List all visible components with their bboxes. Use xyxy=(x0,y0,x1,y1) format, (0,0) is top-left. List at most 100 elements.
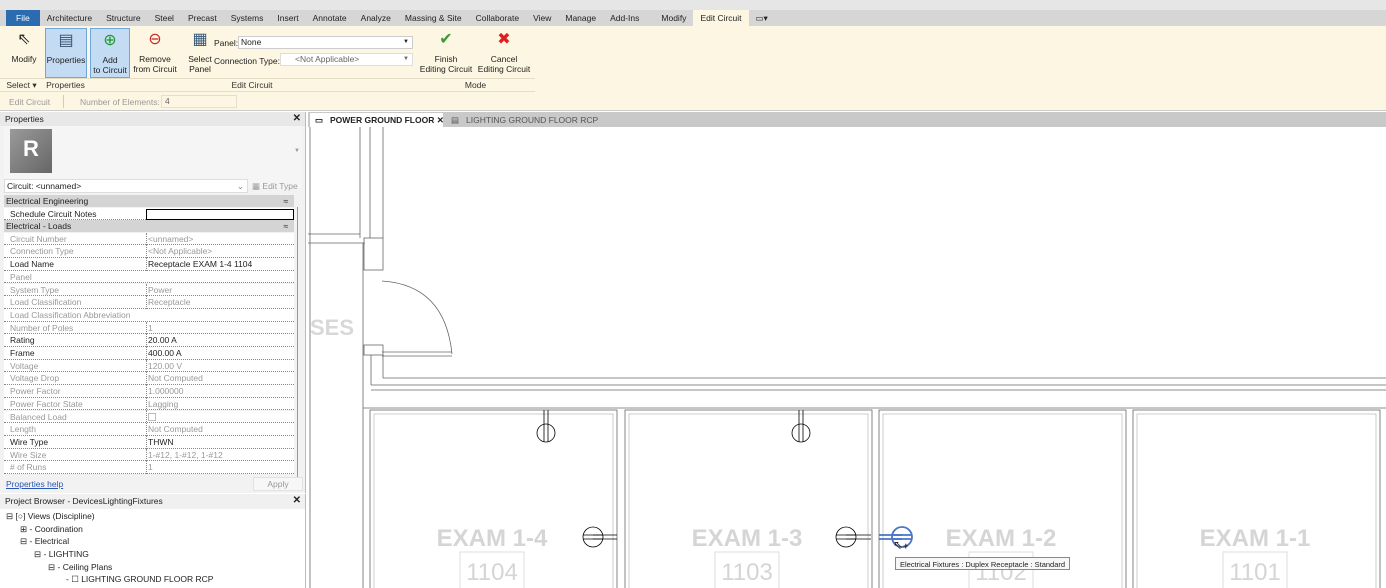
tree-item-views[interactable]: ⊟ [○] Views (Discipline) xyxy=(6,511,95,522)
modify-label: Modify xyxy=(11,54,37,64)
notes-input[interactable] xyxy=(146,208,294,220)
property-label: Load Name xyxy=(10,259,54,270)
mouse-cursor-icon: ⇖+ xyxy=(893,538,909,552)
project-browser-header: Project Browser - DevicesLightingFixture… xyxy=(0,494,305,509)
view-tab-power-ground-floor[interactable]: ▭ POWER GROUND FLOOR ✕ xyxy=(310,113,444,127)
room-2[interactable]: EXAM 1-3 1103 xyxy=(624,409,873,588)
property-row: # of Runs 1 xyxy=(4,461,294,474)
properties-help-link[interactable]: Properties help xyxy=(6,479,63,489)
edit-type-button[interactable]: ▦ Edit Type xyxy=(252,181,298,192)
view-tab-lighting-rcp[interactable]: ▤ LIGHTING GROUND FLOOR RCP xyxy=(446,113,598,127)
remove-from-circuit-button[interactable]: ⊖ Remove from Circuit xyxy=(131,28,179,78)
view-tab-label: LIGHTING GROUND FLOOR RCP xyxy=(466,115,599,125)
property-value[interactable]: THWN xyxy=(146,435,294,449)
section-header[interactable]: Electrical Engineering ≈ xyxy=(4,195,294,207)
ribbon-tab-view[interactable]: View xyxy=(526,10,558,26)
tree-label: Electrical xyxy=(34,536,70,546)
floor-plan-icon: ▭ xyxy=(315,115,324,125)
property-label: Power Factor xyxy=(10,386,61,397)
tree-item-coordination[interactable]: ⊞ - Coordination xyxy=(20,524,83,535)
properties-button[interactable]: ▤ Properties xyxy=(45,28,87,78)
tree-item-ceiling-plans[interactable]: ⊟ - Ceiling Plans xyxy=(48,562,112,573)
view-tab-label: POWER GROUND FLOOR xyxy=(330,115,435,125)
property-row[interactable]: Wire Type THWN xyxy=(4,435,294,449)
cancel-label-1: Cancel xyxy=(490,54,518,64)
tree-label: Views (Discipline) xyxy=(27,511,95,521)
tree-item-lighting-rcp[interactable]: - ☐ LIGHTING GROUND FLOOR RCP xyxy=(66,574,213,585)
add-to-circuit-button[interactable]: ⊕ Add to Circuit xyxy=(90,28,130,78)
select-panel-title: Select xyxy=(6,80,30,90)
duplex-receptacle[interactable] xyxy=(536,423,556,443)
ribbon-tab-manage[interactable]: Manage xyxy=(558,10,603,26)
contextual-tab-dropdown-icon[interactable]: ▭▾ xyxy=(749,10,775,26)
ribbon-tab-collaborate[interactable]: Collaborate xyxy=(469,10,526,26)
property-label: Voltage Drop xyxy=(10,373,60,384)
cancel-editing-circuit-button[interactable]: ✖ Cancel Editing Circuit xyxy=(475,28,533,78)
collapse-icon[interactable]: ≈ xyxy=(283,195,288,207)
property-row: Wire Size 1-#12, 1-#12, 1-#12 xyxy=(4,448,294,462)
property-value: <unnamed> xyxy=(146,232,294,246)
cancel-x-icon: ✖ xyxy=(497,31,511,48)
drawing-canvas[interactable]: EXAM 1-4 1104 EXAM 1-3 1103 EXAM 1-2 1102 EXAM… xyxy=(308,127,1386,588)
connection-type-dropdown[interactable]: <Not Applicable> ▼ xyxy=(280,53,413,66)
select-panel-dropdown[interactable]: Select ▾ xyxy=(0,78,43,91)
ribbon-tab-edit-circuit[interactable]: Edit Circuit xyxy=(693,10,749,26)
ribbon-tab-file[interactable]: File xyxy=(6,10,40,26)
property-row[interactable]: Schedule Circuit Notes xyxy=(4,207,294,221)
chevron-down-icon[interactable]: ▼ xyxy=(294,148,300,154)
ribbon-tab-modify[interactable]: Modify xyxy=(654,10,693,26)
section-header[interactable]: Electrical - Loads ≈ xyxy=(4,220,294,233)
ribbon-tab-steel[interactable]: Steel xyxy=(148,10,181,26)
property-value: Receptacle xyxy=(146,296,294,309)
chevron-down-icon: ▼ xyxy=(403,39,409,45)
view-icon: ☐ xyxy=(71,574,79,584)
finish-editing-circuit-button[interactable]: ✔ Finish Editing Circuit xyxy=(418,28,474,78)
property-value[interactable]: 400.00 A xyxy=(146,347,294,360)
tree-item-electrical[interactable]: ⊟ - Electrical xyxy=(20,536,69,547)
room-1[interactable]: EXAM 1-4 1104 xyxy=(369,409,618,588)
remove-circuit-icon: ⊖ xyxy=(148,31,162,48)
properties-scrollbar[interactable] xyxy=(297,207,303,477)
property-label: Balanced Load xyxy=(10,411,67,422)
ribbon-tab-precast[interactable]: Precast xyxy=(181,10,224,26)
ribbon-tab-massing-site[interactable]: Massing & Site xyxy=(398,10,469,26)
panel-dropdown[interactable]: None ▼ xyxy=(238,36,413,49)
select-panel-button[interactable]: ▦ Select Panel xyxy=(186,28,214,78)
property-value[interactable]: 20.00 A xyxy=(146,334,294,347)
ribbon-tab-insert[interactable]: Insert xyxy=(270,10,305,26)
property-value[interactable]: Receptacle EXAM 1-4 1104 xyxy=(146,258,294,271)
close-icon[interactable]: ✕ xyxy=(293,112,301,126)
select-panel-icon: ▦ xyxy=(192,31,208,48)
property-label: Wire Type xyxy=(10,436,49,447)
duplex-receptacle[interactable] xyxy=(582,526,617,548)
tree-item-lighting[interactable]: ⊟ - LIGHTING xyxy=(34,549,89,560)
type-selector[interactable]: Circuit: <unnamed> ⌄ xyxy=(4,179,248,193)
close-icon[interactable]: ✕ xyxy=(437,115,444,125)
ribbon-tab-annotate[interactable]: Annotate xyxy=(306,10,354,26)
property-row[interactable]: Load Name Receptacle EXAM 1-4 1104 xyxy=(4,258,294,271)
property-label: # of Runs xyxy=(10,462,47,473)
collapse-icon[interactable]: ≈ xyxy=(283,220,288,232)
property-row[interactable]: Frame 400.00 A xyxy=(4,347,294,360)
view-tabs: ▭ POWER GROUND FLOOR ✕ ▤ LIGHTING GROUND F… xyxy=(308,112,1386,127)
ribbon-tab-architecture[interactable]: Architecture xyxy=(40,10,99,26)
ribbon-tab-structure[interactable]: Structure xyxy=(99,10,148,26)
property-label: Length xyxy=(10,424,36,435)
finish-label-1: Finish xyxy=(434,54,458,64)
apply-button[interactable]: Apply xyxy=(253,477,303,491)
property-value: 1 xyxy=(146,321,294,335)
ribbon-tab-add-ins[interactable]: Add-Ins xyxy=(603,10,646,26)
modify-button[interactable]: ⇖ Modify xyxy=(4,28,44,78)
duplex-receptacle[interactable] xyxy=(835,526,871,548)
property-row[interactable]: Rating 20.00 A xyxy=(4,334,294,347)
ribbon-tab-systems[interactable]: Systems xyxy=(224,10,271,26)
duplex-receptacle[interactable] xyxy=(791,423,811,443)
property-row: Circuit Number <unnamed> xyxy=(4,232,294,246)
tree-label: LIGHTING GROUND FLOOR RCP xyxy=(81,574,214,584)
ribbon-tab-analyze[interactable]: Analyze xyxy=(354,10,398,26)
property-row: System Type Power xyxy=(4,283,294,297)
ribbon-empty xyxy=(535,26,1386,92)
property-label: Rating xyxy=(10,335,35,346)
room-4[interactable]: EXAM 1-1 1101 xyxy=(1132,409,1381,588)
close-icon[interactable]: ✕ xyxy=(293,494,301,508)
